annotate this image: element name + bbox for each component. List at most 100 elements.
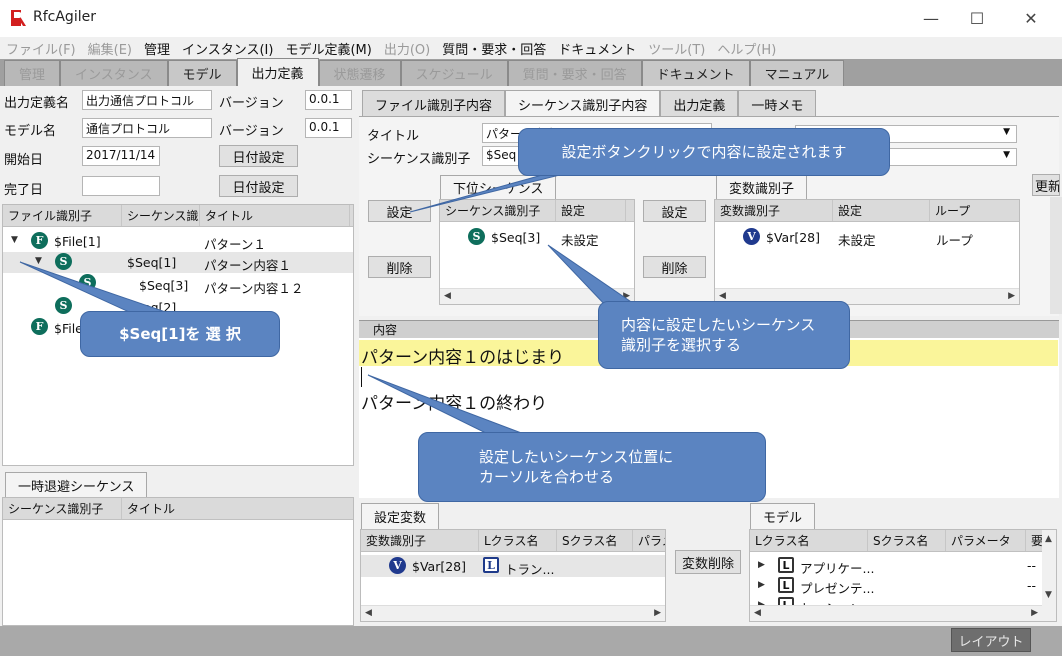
- scroll-left-icon[interactable]: ◀: [754, 608, 761, 618]
- temp-seq-col-title[interactable]: タイトル: [122, 498, 272, 519]
- scroll-up-icon[interactable]: ▲: [1045, 534, 1052, 544]
- set-vars-col-sclass[interactable]: Sクラス名: [557, 530, 633, 551]
- sub-tab-bar: ファイル識別子内容 シーケンス識別子内容 出力定義 一時メモ: [362, 90, 817, 117]
- model-row[interactable]: ▶ L プレゼンテ... --: [750, 575, 1042, 596]
- tree-row-selected[interactable]: ▼ S $Seq[1] パターン内容１: [3, 252, 353, 273]
- tab-state-transition[interactable]: 状態遷移: [318, 60, 401, 86]
- tab-seq-id-content[interactable]: シーケンス識別子内容: [505, 90, 661, 117]
- minimize-button[interactable]: —: [908, 0, 954, 37]
- menu-tools[interactable]: ツール(T): [648, 39, 705, 58]
- tree-col-seq[interactable]: シーケンス識別子: [122, 205, 200, 226]
- menu-output[interactable]: 出力(O): [384, 39, 430, 58]
- tab-sub-sequence[interactable]: 下位シーケンス: [440, 175, 557, 199]
- app-logo-icon: [11, 10, 26, 26]
- end-date-field[interactable]: [82, 176, 160, 196]
- sub-seq-row-id: $Seq[3]: [491, 230, 541, 245]
- expand-arrow-icon[interactable]: ▼: [11, 235, 18, 245]
- tab-schedule[interactable]: スケジュール: [400, 60, 508, 86]
- set-vars-row[interactable]: V $Var[28] L トラン...: [361, 555, 665, 577]
- expand-arrow-icon[interactable]: ▶: [758, 560, 765, 570]
- horizontal-scrollbar[interactable]: ◀ ▶: [361, 605, 665, 621]
- set-vars-col-id[interactable]: 変数識別子: [361, 530, 479, 551]
- var-row[interactable]: V $Var[28] 未設定 ループ: [715, 226, 1019, 248]
- tree-col-file[interactable]: ファイル識別子: [3, 205, 122, 226]
- expand-arrow-icon[interactable]: ▼: [35, 256, 42, 266]
- tree-col-title[interactable]: タイトル: [200, 205, 350, 226]
- tab-model-list[interactable]: モデル: [750, 503, 816, 529]
- vertical-scrollbar[interactable]: ▲ ▼: [1042, 530, 1056, 621]
- scroll-right-icon[interactable]: ▶: [654, 608, 661, 618]
- layout-button[interactable]: レイアウト: [951, 628, 1031, 652]
- tab-output-def[interactable]: 出力定義: [236, 58, 319, 86]
- model-row[interactable]: ▶ L アプリケー... --: [750, 555, 1042, 576]
- var-id-list[interactable]: 変数識別子 設定 ループ V $Var[28] 未設定 ループ ◀ ▶: [714, 199, 1020, 305]
- horizontal-scrollbar[interactable]: ◀ ▶: [750, 605, 1042, 621]
- delete-var-button[interactable]: 変数削除: [675, 550, 741, 574]
- sub-seq-row[interactable]: S $Seq[3] 未設定: [440, 226, 634, 248]
- tree-row[interactable]: ▼ F $File[1] パターン１: [3, 231, 353, 252]
- tree-row[interactable]: S $Seq[3] パターン内容１２: [3, 273, 353, 296]
- menu-question[interactable]: 質問・要求・回答: [442, 39, 546, 58]
- menu-document[interactable]: ドキュメント: [558, 39, 636, 58]
- tab-var-id[interactable]: 変数識別子: [716, 175, 808, 199]
- scroll-left-icon[interactable]: ◀: [719, 291, 726, 301]
- scroll-left-icon[interactable]: ◀: [444, 291, 451, 301]
- model-col-lclass[interactable]: Lクラス名: [750, 530, 868, 551]
- scroll-down-icon[interactable]: ▼: [1045, 590, 1052, 600]
- delete-button[interactable]: 削除: [368, 256, 431, 278]
- version-field-1[interactable]: 0.0.1: [305, 90, 352, 110]
- tab-question[interactable]: 質問・要求・回答: [507, 60, 642, 86]
- tab-temp-memo[interactable]: 一時メモ: [738, 90, 817, 117]
- model-field[interactable]: 通信プロトコル: [82, 118, 212, 138]
- tab-document[interactable]: ドキュメント: [641, 60, 750, 86]
- tab-manage[interactable]: 管理: [4, 60, 61, 86]
- var-col-id[interactable]: 変数識別子: [715, 200, 833, 221]
- model-col-param[interactable]: パラメータ: [946, 530, 1026, 551]
- vertical-scrollbar[interactable]: [1050, 197, 1062, 314]
- set-vars-col-lclass[interactable]: Lクラス名: [479, 530, 557, 551]
- tab-temp-sequence[interactable]: 一時退避シーケンス: [5, 472, 148, 498]
- delete-button-2[interactable]: 削除: [643, 256, 706, 278]
- set-button[interactable]: 設定: [368, 200, 431, 222]
- temp-sequence-list[interactable]: シーケンス識別子 タイトル: [2, 497, 354, 626]
- tab-output-def-sub[interactable]: 出力定義: [660, 90, 739, 117]
- temp-seq-col-id[interactable]: シーケンス識別子: [3, 498, 122, 519]
- sub-seq-col-setting[interactable]: 設定: [556, 200, 626, 221]
- menu-help[interactable]: ヘルプ(H): [717, 39, 776, 58]
- close-button[interactable]: ✕: [1008, 0, 1054, 37]
- var-col-loop[interactable]: ループ: [930, 200, 1015, 221]
- tab-instance[interactable]: インスタンス: [60, 60, 168, 86]
- sub-sequence-list[interactable]: シーケンス識別子 設定 S $Seq[3] 未設定 ◀ ▶: [439, 199, 635, 305]
- menu-instance[interactable]: インスタンス(I): [182, 39, 273, 58]
- set-button-2[interactable]: 設定: [643, 200, 706, 222]
- tab-set-vars[interactable]: 設定変数: [361, 503, 440, 529]
- scroll-right-icon[interactable]: ▶: [1031, 608, 1038, 618]
- maximize-button[interactable]: ☐: [954, 0, 1000, 37]
- menu-manage[interactable]: 管理: [144, 39, 170, 58]
- sequence-icon: S: [79, 274, 96, 291]
- output-def-field[interactable]: 出力通信プロトコル: [82, 90, 212, 110]
- menu-model-def[interactable]: モデル定義(M): [285, 39, 371, 58]
- scroll-right-icon[interactable]: ▶: [623, 291, 630, 301]
- refresh-button[interactable]: 更新: [1032, 174, 1060, 196]
- model-list[interactable]: Lクラス名 Sクラス名 パラメータ 要 ▶ L アプリケー... -- ▶ L …: [749, 529, 1057, 622]
- start-date-button[interactable]: 日付設定: [219, 145, 298, 167]
- title-bar: RfcAgiler — ☐ ✕: [0, 0, 1062, 37]
- tab-model[interactable]: モデル: [167, 60, 237, 86]
- set-vars-list[interactable]: 変数識別子 Lクラス名 Sクラス名 パラメ V $Var[28] L トラン..…: [360, 529, 666, 622]
- expand-arrow-icon[interactable]: ▶: [758, 580, 765, 590]
- menu-edit[interactable]: 編集(E): [88, 39, 132, 58]
- set-vars-col-param[interactable]: パラメ: [633, 530, 665, 551]
- callout-select-identifier: 内容に設定したいシーケンス 識別子を選択する: [598, 301, 850, 369]
- tab-manual[interactable]: マニュアル: [749, 60, 845, 86]
- end-date-button[interactable]: 日付設定: [219, 175, 298, 197]
- start-date-field[interactable]: 2017/11/14: [82, 146, 160, 166]
- menu-file[interactable]: ファイル(F): [6, 39, 76, 58]
- model-col-sclass[interactable]: Sクラス名: [868, 530, 946, 551]
- scroll-right-icon[interactable]: ▶: [1008, 291, 1015, 301]
- version-field-2[interactable]: 0.0.1: [305, 118, 352, 138]
- var-col-setting[interactable]: 設定: [833, 200, 930, 221]
- scroll-left-icon[interactable]: ◀: [365, 608, 372, 618]
- sub-seq-col-id[interactable]: シーケンス識別子: [440, 200, 556, 221]
- tab-file-id-content[interactable]: ファイル識別子内容: [362, 90, 506, 117]
